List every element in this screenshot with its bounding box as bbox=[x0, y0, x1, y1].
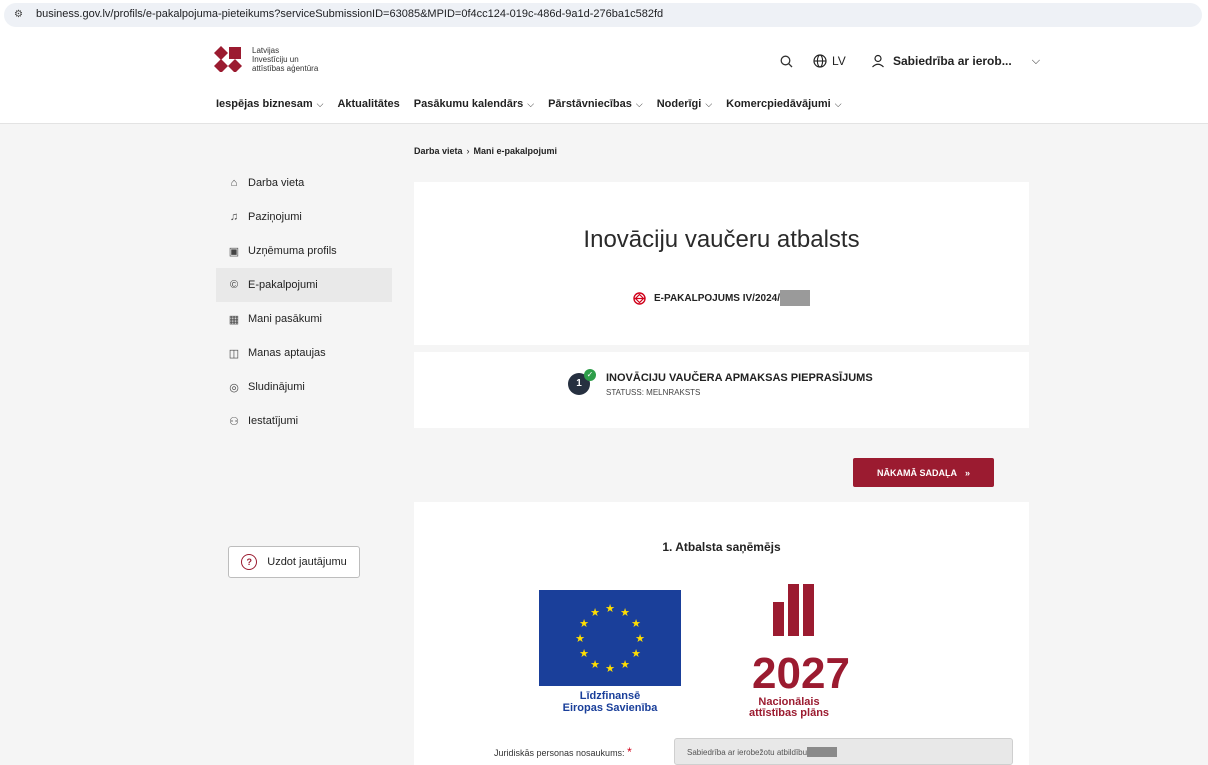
svg-text:★: ★ bbox=[631, 617, 641, 630]
redacted-block bbox=[779, 290, 810, 306]
eu-flag-logo: ★ ★★ ★★★ ★★★ ★★★ bbox=[539, 590, 681, 686]
svg-text:★: ★ bbox=[575, 632, 585, 645]
chevron-down-icon: ⌵ bbox=[1031, 54, 1041, 67]
ask-question-label: Uzdot jautājumu bbox=[267, 556, 347, 568]
sidebar-item-e-pakalpojumi[interactable]: © E-pakalpojumi bbox=[216, 268, 392, 302]
step-card: 1 ✓ INOVĀCIJU VAUČERA APMAKSAS PIEPRASĪJ… bbox=[414, 352, 1029, 428]
svg-text:★: ★ bbox=[620, 606, 630, 619]
chevron-down-icon: ⌵ bbox=[527, 99, 535, 109]
breadcrumb-item[interactable]: Mani e-pakalpojumi bbox=[474, 146, 558, 156]
nav-item-aktualitates[interactable]: Aktualitātes bbox=[337, 98, 399, 110]
e-service-icon bbox=[633, 291, 646, 305]
svg-text:★: ★ bbox=[590, 658, 600, 671]
search-list-icon: ◎ bbox=[229, 381, 239, 394]
url-field[interactable]: ⚙ business.gov.lv/profils/e-pakalpojuma-… bbox=[4, 3, 1202, 27]
question-icon: ? bbox=[241, 554, 258, 570]
svg-text:★: ★ bbox=[605, 602, 615, 615]
sidebar-item-sludinajumi[interactable]: ◎ Sludinājumi bbox=[216, 370, 392, 404]
service-header-card: Inovāciju vaučeru atbalsts E-PAKALPOJUMS… bbox=[414, 182, 1029, 345]
svg-text:★: ★ bbox=[620, 658, 630, 671]
svg-text:★: ★ bbox=[579, 647, 589, 660]
user-icon bbox=[872, 54, 884, 68]
browser-address-bar: ⚙ business.gov.lv/profils/e-pakalpojuma-… bbox=[0, 0, 1208, 30]
nav-item-pasakumu-kalendars[interactable]: Pasākumu kalendārs ⌵ bbox=[414, 98, 534, 110]
user-name: Sabiedrība ar ierob... bbox=[893, 54, 1012, 68]
breadcrumb-separator: › bbox=[466, 146, 470, 156]
step-status: STATUSS: MELNRAKSTS bbox=[606, 388, 701, 397]
redacted-block bbox=[807, 747, 838, 757]
survey-icon: ◫ bbox=[228, 347, 240, 360]
sidebar: ⌂ Darba vieta ♫ Paziņojumi ▣ Uzņēmuma profi… bbox=[216, 166, 392, 438]
nap-year: 2027 bbox=[752, 649, 850, 696]
nav-item-komercpiedavajumi[interactable]: Komercpiedāvājumi ⌵ bbox=[726, 98, 841, 110]
url-text[interactable]: business.gov.lv/profils/e-pakalpojuma-pi… bbox=[36, 8, 663, 20]
step-title[interactable]: INOVĀCIJU VAUČERA APMAKSAS PIEPRASĪJUMS bbox=[606, 372, 873, 384]
next-section-label: NĀKAMĀ SADAĻA bbox=[876, 467, 957, 478]
section-card: 1. Atbalsta saņēmējs ★ ★ ★ ★ ★ ★ ★ ★ ★ ★ ★ ★ Līd… bbox=[414, 502, 1029, 765]
page-title: Inovāciju vaučeru atbalsts bbox=[583, 226, 860, 253]
home-icon: ⌂ bbox=[230, 177, 238, 189]
sidebar-item-pazinojumi[interactable]: ♫ Paziņojumi bbox=[216, 200, 392, 234]
nap-caption: Nacionālais attīstības plāns bbox=[748, 696, 830, 719]
sidebar-item-darba-vieta[interactable]: ⌂ Darba vieta bbox=[216, 166, 392, 200]
next-section-button[interactable]: NĀKAMĀ SADAĻA » bbox=[853, 458, 994, 487]
svg-text:★: ★ bbox=[605, 662, 615, 675]
required-marker: * bbox=[627, 745, 632, 759]
svg-text:★: ★ bbox=[590, 606, 600, 619]
sidebar-item-mani-pasakumi[interactable]: ▦ Mani pasākumi bbox=[216, 302, 392, 336]
svg-text:★: ★ bbox=[635, 632, 645, 645]
chevron-down-icon: ⌵ bbox=[635, 99, 643, 109]
chevron-down-icon: ⌵ bbox=[316, 99, 324, 109]
reference-number: E-PAKALPOJUMS IV/2024/ bbox=[654, 292, 780, 304]
breadcrumb: Darba vieta › Mani e-pakalpojumi bbox=[414, 146, 557, 156]
bell-icon: ♫ bbox=[229, 211, 239, 223]
calendar-icon: ▦ bbox=[228, 313, 240, 326]
logo-text: Latvijas Investīciju un attīstības aģent… bbox=[252, 46, 319, 73]
nav-item-iespejas[interactable]: Iespējas biznesam ⌵ bbox=[216, 98, 323, 110]
legal-name-label: Juridiskās personas nosaukums: * bbox=[494, 745, 632, 759]
svg-text:★: ★ bbox=[631, 647, 641, 660]
language-label: LV bbox=[832, 54, 846, 68]
sidebar-item-uznemuma-profils[interactable]: ▣ Uzņēmuma profils bbox=[216, 234, 392, 268]
search-icon[interactable] bbox=[780, 55, 793, 71]
chevron-down-icon: ⌵ bbox=[705, 99, 713, 109]
breadcrumb-item[interactable]: Darba vieta bbox=[414, 146, 463, 156]
site-info-icon[interactable]: ⚙ bbox=[14, 9, 28, 21]
globe-icon bbox=[813, 54, 827, 68]
nav-item-parstavniecibas[interactable]: Pārstāvniecības ⌵ bbox=[548, 98, 643, 110]
user-menu[interactable]: Sabiedrība ar ierob... ⌵ bbox=[871, 54, 1040, 68]
legal-name-field[interactable]: Sabiedrība ar ierobežotu atbildību bbox=[674, 738, 1013, 765]
double-chevron-right-icon: » bbox=[964, 467, 970, 478]
service-reference: E-PAKALPOJUMS IV/2024/ bbox=[414, 290, 1029, 306]
svg-text:★: ★ bbox=[579, 617, 589, 630]
settings-icon: ⚇ bbox=[229, 415, 239, 428]
nav-item-noderigi[interactable]: Noderīgi ⌵ bbox=[657, 98, 712, 110]
chevron-down-icon: ⌵ bbox=[834, 99, 842, 109]
nap-2027-logo: 2027 bbox=[752, 584, 850, 696]
eu-caption: Līdzfinansē Eiropas Savienība bbox=[562, 690, 658, 714]
main-nav: Iespējas biznesam ⌵ Aktualitātes Pasākumu… bbox=[216, 98, 842, 110]
briefcase-icon: ▣ bbox=[228, 245, 240, 258]
ask-question-button[interactable]: ? Uzdot jautājumu bbox=[228, 546, 360, 578]
sidebar-item-iestatijumi[interactable]: ⚇ Iestatījumi bbox=[216, 404, 392, 438]
check-icon: ✓ bbox=[584, 369, 596, 381]
language-selector[interactable]: LV bbox=[813, 54, 846, 68]
e-service-icon: © bbox=[229, 279, 239, 291]
sidebar-item-manas-aptaujas[interactable]: ◫ Manas aptaujas bbox=[216, 336, 392, 370]
liaa-logo-mark bbox=[214, 46, 242, 72]
section-title: 1. Atbalsta saņēmējs bbox=[662, 540, 781, 554]
